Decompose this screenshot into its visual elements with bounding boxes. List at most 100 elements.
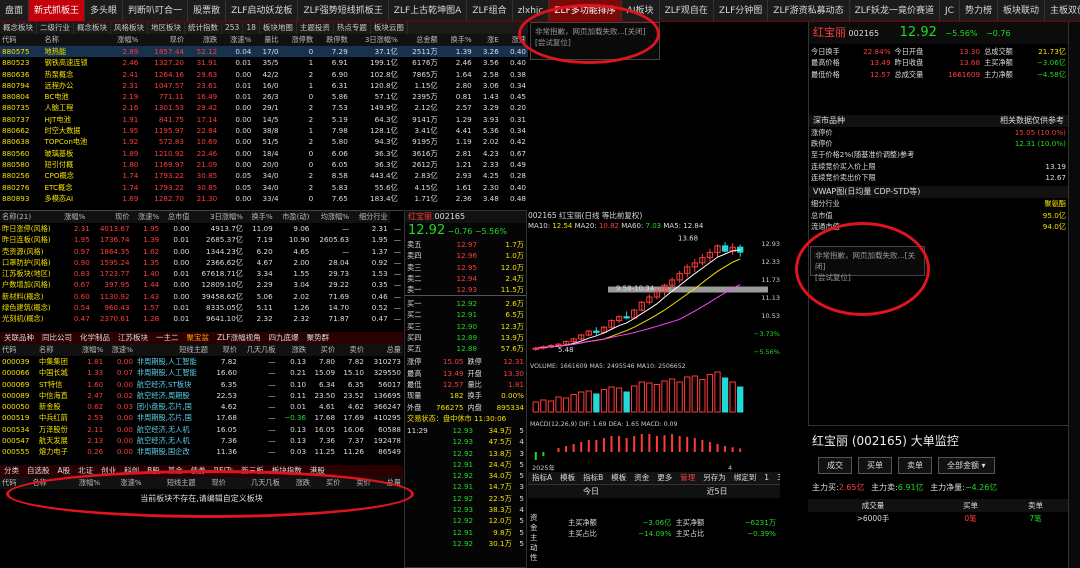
table-row[interactable]: 880523 钢铁高速连锁 2.46 1327.20 31.91 0.01 35/5 1 6.9… — [0, 57, 528, 68]
column-header[interactable]: 3日涨幅% — [349, 34, 400, 46]
bid-row[interactable]: 买三 12.90 12.3万 — [405, 321, 526, 332]
table-row[interactable]: 880580 短引付概 1.80 1169.97 21.09 0.00 20/0 0 6.05 3… — [0, 159, 528, 170]
mid-tab[interactable]: 江苏板块 — [114, 332, 152, 344]
top-tab[interactable]: 判断叭叮合一 — [123, 0, 189, 21]
flow-tab-5days[interactable]: 近5日 — [654, 485, 780, 498]
bottom-tab[interactable]: 自选股 — [23, 465, 54, 477]
sub-tab[interactable]: 风格板块 — [111, 22, 148, 34]
sub-tab[interactable]: 板块云图 — [371, 22, 408, 34]
mid-tab[interactable]: 同比公司 — [38, 332, 76, 344]
table-row[interactable]: 光刻机(概念) 0.47 2370.61 1.28 0.01 9641.10亿 2.32 2.… — [0, 313, 403, 324]
column-header[interactable]: 名称 — [37, 344, 76, 356]
column-header[interactable]: 现价 — [91, 211, 132, 223]
indicator-tab[interactable]: 1 — [760, 472, 773, 484]
table-row[interactable]: 壳资源(风格) 0.97 1864.35 1.62 0.00 1344.23亿 6.20 4.… — [0, 246, 403, 257]
column-header[interactable]: 细分行业 — [351, 211, 390, 223]
mid-tab[interactable]: 关联品种 — [0, 332, 38, 344]
top-tab[interactable]: 新式抓板王 — [29, 0, 86, 21]
column-header[interactable]: 3日涨幅% — [191, 211, 245, 223]
table-row[interactable]: 000050 新金股 0.62 0.03 团小盘股,芯片,国 4.62—0.01 4.61 4… — [0, 401, 403, 412]
mid-tab[interactable]: 一主二 — [152, 332, 183, 344]
column-header[interactable]: 买价 — [308, 344, 338, 356]
indicator-tab[interactable]: 更多 — [653, 472, 676, 484]
ask-row[interactable]: 卖一 12.93 11.5万 — [405, 284, 526, 296]
kline-chart[interactable]: 13.68 9.58-10.34 5.48 12.93 12.33 11.73 11.13 1… — [528, 232, 780, 472]
table-row[interactable]: 880662 时空大数据 1.95 1195.97 22.84 0.00 38/8 1 7.98… — [0, 125, 528, 136]
column-header[interactable]: 几天几板 — [238, 344, 278, 356]
table-row[interactable]: 880256 CPO概念 1.74 1793.22 30.85 0.05 34/0 2 8.58… — [0, 170, 528, 181]
ask-row[interactable]: 卖五 12.97 1.7万 — [405, 239, 526, 250]
bid-row[interactable]: 买二 12.91 6.5万 — [405, 309, 526, 320]
bottom-tab[interactable]: A股 — [54, 465, 75, 477]
top-tab[interactable]: ZLF分钟图 — [714, 0, 769, 21]
column-header[interactable]: 代码 — [0, 344, 37, 356]
table-row[interactable]: 000039 中集集团 1.81 0.00 非周期股,人工智能 7.82—0.13 7.80… — [0, 356, 403, 367]
table-row[interactable]: 000066 中国长城 1.33 0.07 非周期股,人工智能 16.60—0.21 15.… — [0, 367, 403, 378]
top-tab[interactable]: 盘面 — [0, 0, 30, 21]
bottom-tab[interactable]: 分类 — [0, 465, 23, 477]
sub-tab[interactable]: 热点专题 — [334, 22, 371, 34]
column-header[interactable]: 短线主题 — [134, 344, 210, 356]
column-header[interactable]: 代码 — [0, 34, 43, 46]
top-tab[interactable]: JC — [940, 0, 960, 21]
mid-tab[interactable]: 四九底爆 — [265, 332, 303, 344]
table-row[interactable]: 880560 玻璃基板 1.89 1210.92 22.46 0.00 18/4 0 6.06 3… — [0, 148, 528, 159]
sub-tab[interactable]: 概念板块 — [0, 22, 37, 34]
mid-tab[interactable]: 化学制品 — [76, 332, 114, 344]
sub-tab[interactable]: 二级行业 — [37, 22, 74, 34]
table-row[interactable]: 880804 BC电池 2.19 771.11 16.49 0.01 26/3 0 5.86 57… — [0, 91, 528, 102]
btn-sell[interactable]: 卖单 — [898, 457, 932, 474]
column-header[interactable]: 涨停数 — [280, 34, 316, 46]
indicator-tab[interactable]: 绑定到 — [730, 472, 761, 484]
column-header[interactable]: 名称 — [42, 34, 107, 46]
column-header[interactable]: 涨E — [473, 34, 501, 46]
btn-deal[interactable]: 成交 — [818, 457, 852, 474]
indicator-tab[interactable]: 管理 — [676, 472, 699, 484]
amount-select[interactable]: 全部金额 ▾ — [938, 457, 995, 474]
edge-scrollbar[interactable] — [1068, 22, 1080, 568]
sub-tab[interactable]: 概念板块 — [74, 22, 111, 34]
column-header[interactable]: 现价 — [140, 34, 187, 46]
column-header[interactable]: 市盈(动) — [274, 211, 312, 223]
flow-tab-today[interactable]: 今日 — [528, 485, 654, 498]
table-row[interactable]: 户数增加(风格) 0.67 397.95 1.44 0.00 12809.10亿 2.29 3… — [0, 279, 403, 290]
indicator-tab[interactable]: 另存为 — [699, 472, 730, 484]
indicator-tab[interactable]: 资金 — [630, 472, 653, 484]
table-row[interactable]: 昨日连板(风格) 1.95 1736.74 1.39 0.01 2685.37亿 7.19 1… — [0, 234, 403, 245]
indicator-tab[interactable]: 指标B — [579, 472, 607, 484]
column-header[interactable]: 总量 — [365, 344, 403, 356]
table-row[interactable]: 880737 HJT电池 1.91 841.75 17.14 0.00 14/5 2 5.19 6… — [0, 114, 528, 125]
sub-tab[interactable]: 板块地图 — [260, 22, 297, 34]
top-tab[interactable]: 主板双创 — [1045, 0, 1080, 21]
column-header[interactable]: 涨速% — [105, 344, 135, 356]
table-row[interactable]: 880638 TOPCon电池 1.92 572.83 10.69 0.00 51/5 2 5.… — [0, 136, 528, 147]
column-header[interactable]: 涨幅% — [75, 344, 106, 356]
top-tab[interactable]: ZLF组合 — [467, 0, 513, 21]
top-tab[interactable]: ZLF上古乾坤图A — [389, 0, 468, 21]
table-row[interactable]: 000547 航天发展 2.13 0.00 航空经济,无人机 7.36—0.13 7.36 7… — [0, 435, 403, 446]
sub-tab[interactable]: 253 — [222, 22, 244, 34]
ask-row[interactable]: 卖二 12.94 2.4万 — [405, 273, 526, 284]
table-row[interactable]: 880276 ETC概念 1.74 1793.22 30.85 0.05 34/0 2 5.83… — [0, 182, 528, 193]
indicator-tab[interactable]: 指标A — [528, 472, 556, 484]
table-row[interactable]: 880636 热泵概念 2.41 1264.16 29.63 0.00 42/2 2 6.90 1… — [0, 69, 528, 80]
column-header[interactable]: 名称(21) — [0, 211, 63, 223]
ask-row[interactable]: 卖四 12.96 1.0万 — [405, 250, 526, 261]
btn-buy[interactable]: 买单 — [858, 457, 892, 474]
bid-row[interactable]: 买一 12.92 2.6万 — [405, 298, 526, 309]
top-tab[interactable]: 势力榜 — [960, 0, 998, 21]
top-tab[interactable]: ZLF启动妖龙板 — [226, 0, 299, 21]
column-header[interactable]: 总金额 — [399, 34, 440, 46]
top-tab[interactable]: ZLF游资私募动态 — [768, 0, 850, 21]
top-tab[interactable]: 股票散 — [188, 0, 227, 21]
column-header[interactable]: 总市值 — [161, 211, 192, 223]
table-row[interactable]: 口罩防护(风格) 0.90 1595.24 1.35 0.00 2366.62亿 4.67 2… — [0, 257, 403, 268]
sub-tab[interactable]: 主题投资 — [297, 22, 334, 34]
top-tab[interactable]: 多头眼 — [85, 0, 124, 21]
table-row[interactable]: 880735 人脑工程 2.16 1301.53 29.42 0.00 29/1 2 7.53 1… — [0, 102, 528, 113]
column-header[interactable]: 均涨幅% — [311, 211, 352, 223]
table-row[interactable]: 新材料(概念) 0.60 1130.92 1.43 0.00 39458.62亿 5.06 2… — [0, 291, 403, 302]
table-row[interactable]: 江苏板块(地区) 0.83 1723.77 1.40 0.01 67618.71亿 3.34… — [0, 268, 403, 279]
table-row[interactable]: 880794 远程办公 2.31 1047.57 23.61 0.01 16/0 1 6.31 1… — [0, 80, 528, 91]
table-row[interactable]: 000519 中兵红箭 2.53 0.00 非周期股,芯片,国 17.68— −0.36 17… — [0, 412, 403, 423]
